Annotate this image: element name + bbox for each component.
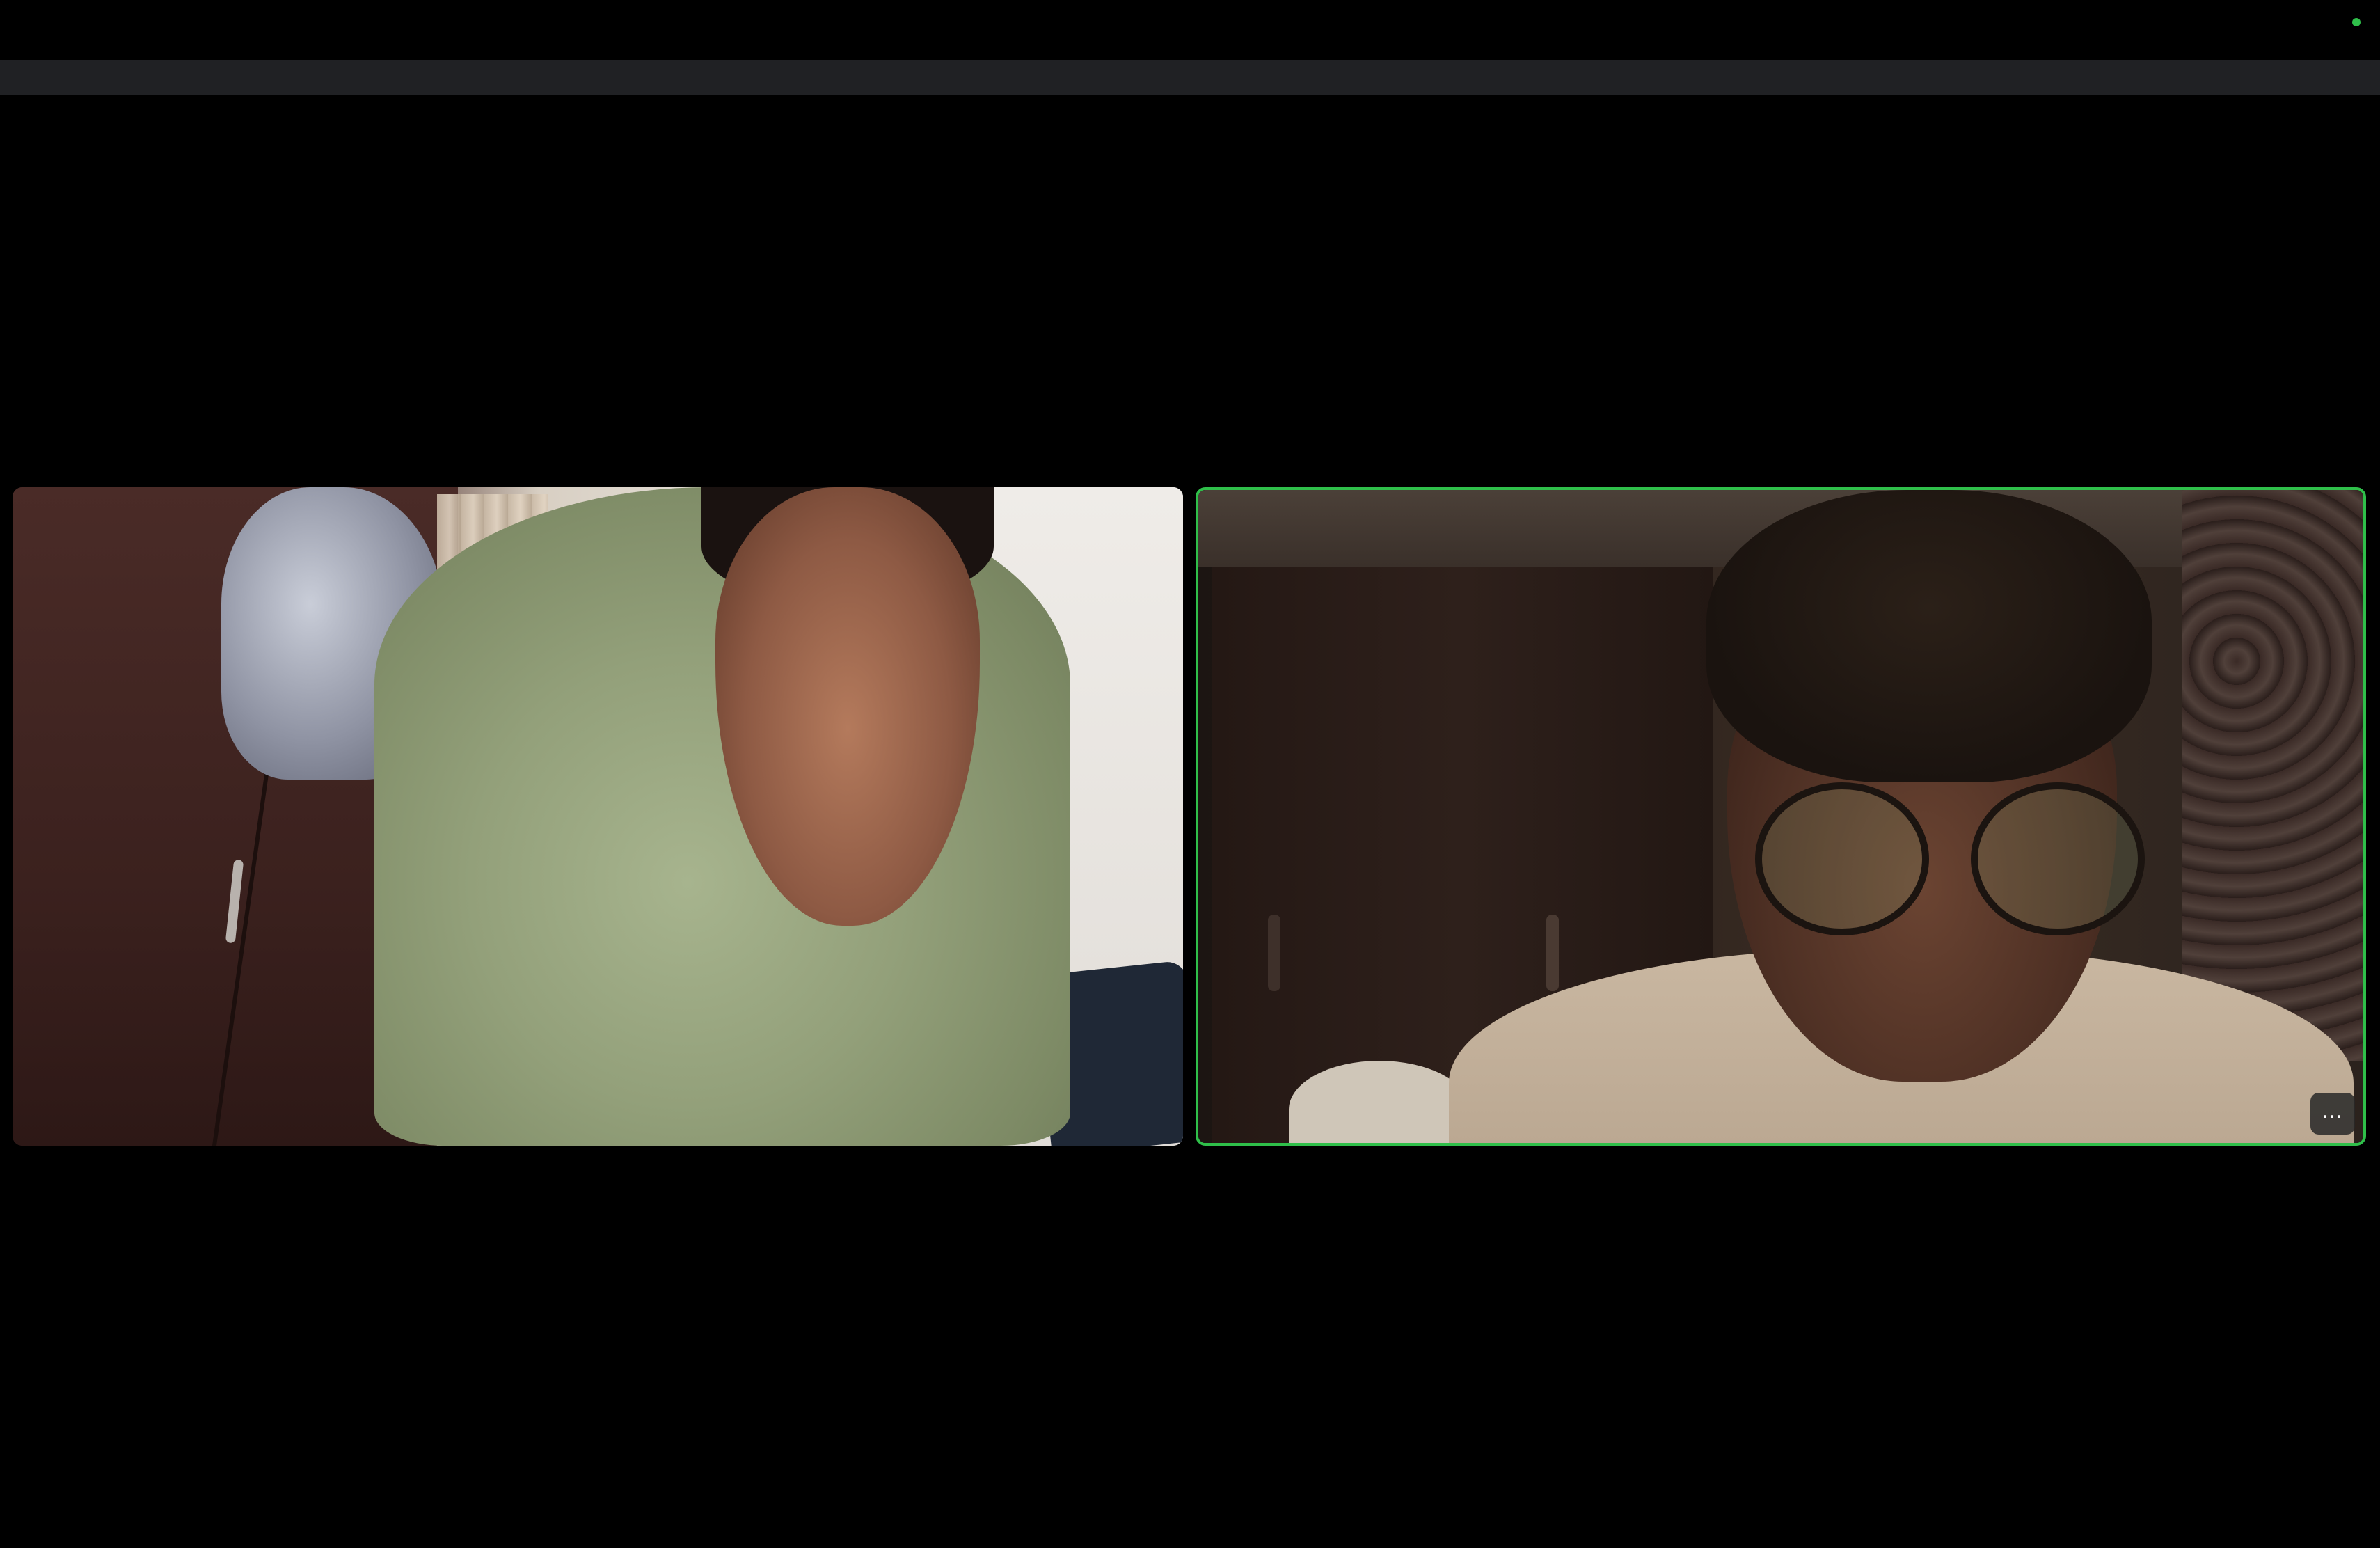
- cabinet-handle: [1546, 915, 1559, 991]
- top-toolbar-strip: [0, 60, 2380, 95]
- cabinet-handle: [1268, 915, 1280, 991]
- ellipsis-icon: …: [2322, 1099, 2344, 1123]
- active-speaker-video-tile[interactable]: …: [1196, 487, 2366, 1146]
- title-bar: [0, 0, 2380, 60]
- participant-video-feed: [1198, 490, 2363, 1143]
- glasses-lens-right: [1971, 782, 2145, 935]
- video-gallery: …: [0, 95, 2380, 1548]
- patterned-curtain: [2182, 490, 2363, 1061]
- camera-indicator-icon: [2352, 18, 2361, 26]
- participant-video-feed: [13, 487, 1183, 1146]
- meeting-window: …: [0, 0, 2380, 1548]
- more-options-button[interactable]: …: [2310, 1093, 2355, 1135]
- glasses-lens-left: [1755, 782, 1929, 935]
- participant-hair: [1706, 490, 2152, 782]
- participant-video-tile[interactable]: [13, 487, 1183, 1146]
